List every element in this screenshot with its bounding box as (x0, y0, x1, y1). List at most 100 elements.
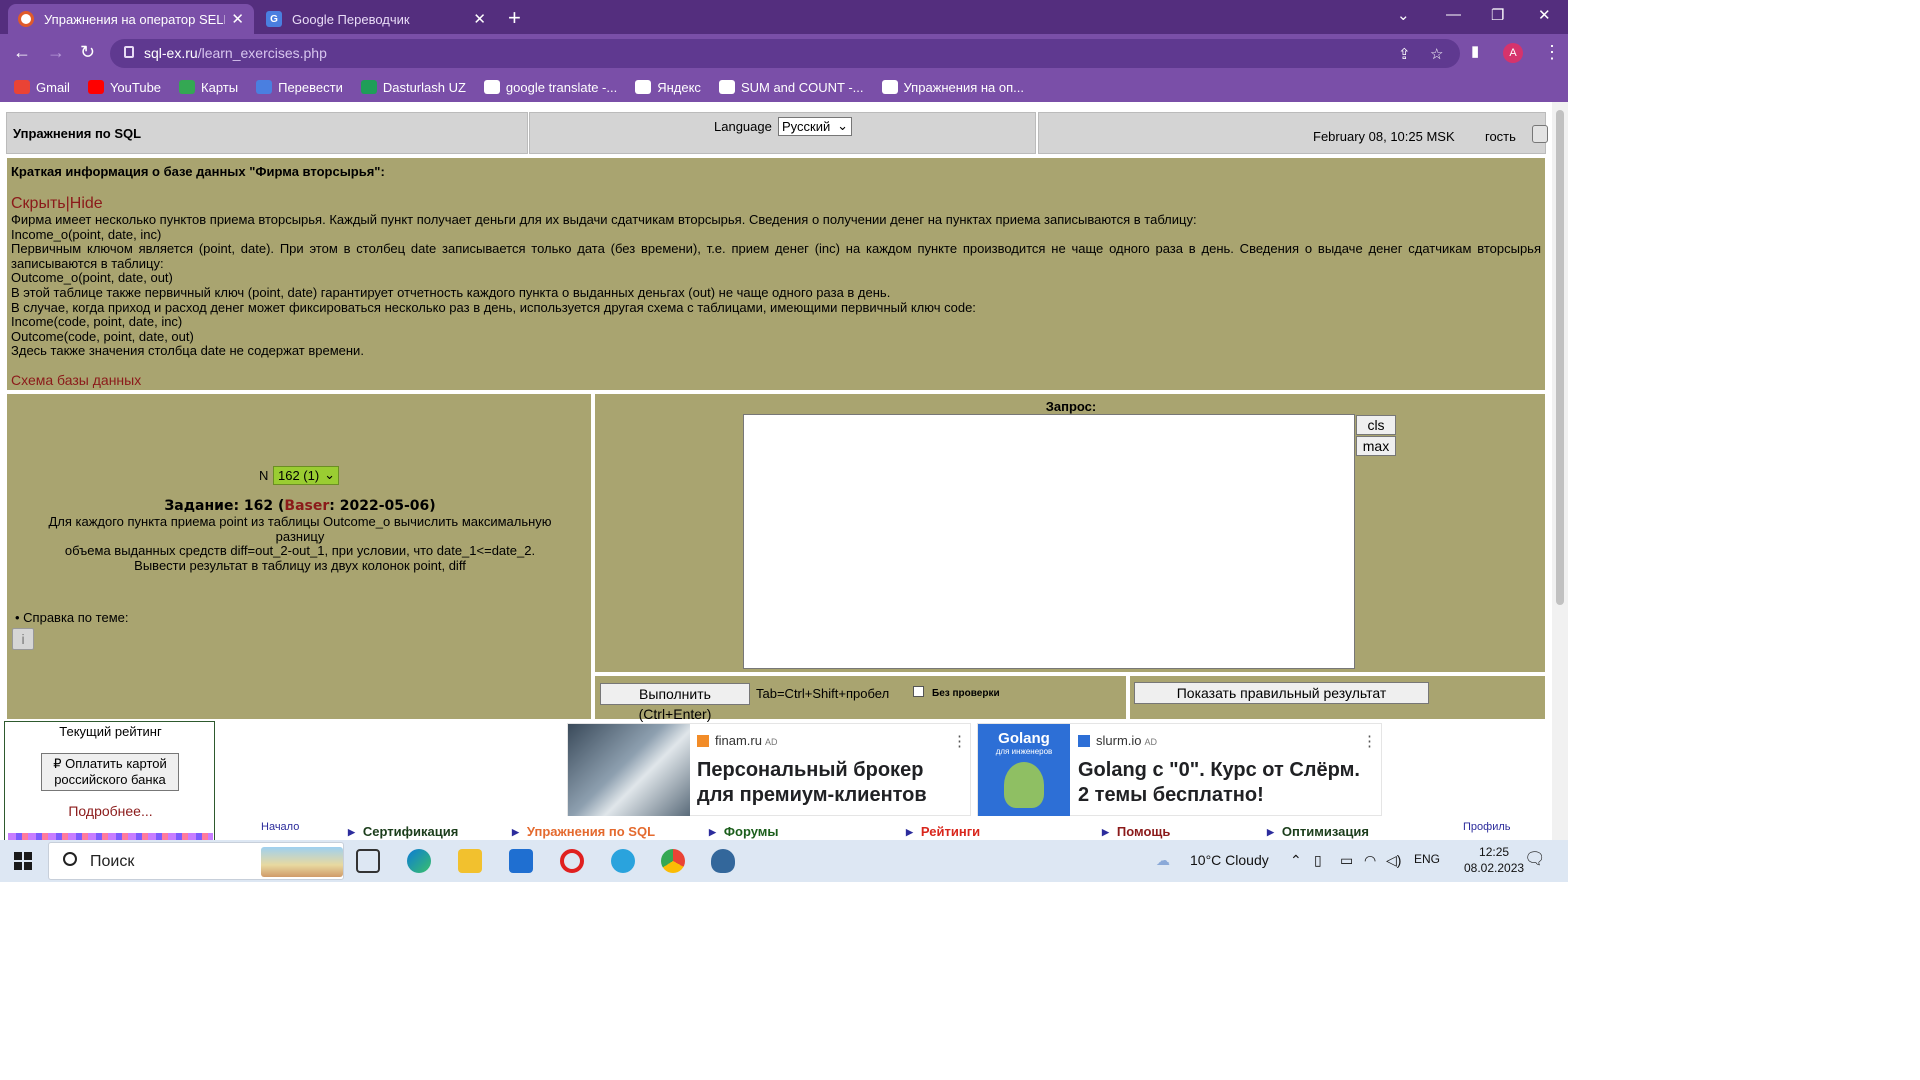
address-bar[interactable]: sql-ex.ru/learn_exercises.php ⇪ ☆ (110, 39, 1460, 68)
clock[interactable]: 12:25 08.02.2023 (1464, 844, 1524, 876)
taskbar-search[interactable]: Поиск (48, 842, 344, 880)
info-line: Income(code, point, date, inc) (11, 314, 183, 330)
bookmark-item[interactable]: Карты (179, 80, 238, 95)
tab-sql-ex[interactable]: Упражнения на оператор SELECT ✕ (8, 4, 254, 34)
show-result-row: Показать правильный результат (1129, 675, 1546, 720)
chrome-icon[interactable] (661, 849, 685, 873)
ad-finam[interactable]: finam.ru AD ⋮ Персональный брокер для пре… (567, 723, 971, 816)
task-title-suffix: : 2022-05-06) (329, 498, 436, 514)
cls-button[interactable]: cls (1356, 415, 1396, 435)
tab-search-icon[interactable]: ⌄ (1397, 6, 1410, 24)
ad-tag: AD (764, 737, 778, 747)
nav-ratings[interactable]: Рейтинги (906, 824, 980, 839)
show-result-button[interactable]: Показать правильный результат (1134, 682, 1429, 704)
more-link[interactable]: Подробнее... (5, 803, 216, 819)
close-icon[interactable]: ✕ (231, 10, 244, 28)
postgresql-icon[interactable] (711, 849, 735, 873)
nav-home[interactable]: Начало (261, 821, 299, 833)
ad-source-name: slurm.io (1096, 733, 1142, 748)
forward-icon[interactable]: → (47, 42, 65, 63)
windows-start-icon[interactable] (14, 852, 32, 870)
share-icon[interactable]: ⇪ (1398, 45, 1411, 63)
bookmark-item[interactable]: YouTube (87, 80, 161, 95)
telegram-icon[interactable] (611, 849, 635, 873)
query-panel: Запрос: cls max (594, 393, 1546, 673)
restore-icon[interactable]: ❐ (1491, 6, 1504, 24)
task-number-select[interactable]: 162 (1) ⌄ (273, 466, 339, 485)
bookmark-item[interactable]: Dasturlash UZ (360, 79, 466, 95)
close-icon[interactable]: ✕ (473, 10, 486, 28)
tab-google-translate[interactable]: G Google Переводчик ✕ (256, 4, 496, 34)
opera-icon[interactable] (560, 849, 584, 873)
wifi-icon[interactable]: ◠ (1364, 852, 1376, 869)
chevron-up-icon[interactable]: ⌃ (1290, 852, 1302, 869)
yandex-icon (635, 80, 652, 94)
task-description: Для каждого пункта приема point из табли… (27, 514, 573, 573)
execute-button[interactable]: Выполнить (Ctrl+Enter) (600, 683, 750, 722)
nav-exercises[interactable]: Упражнения по SQL (512, 824, 655, 839)
weather-text[interactable]: 10°C Cloudy (1190, 852, 1269, 868)
menu-icon[interactable]: ⋮ (1543, 42, 1561, 63)
file-explorer-icon[interactable] (458, 849, 482, 873)
bookmark-item[interactable]: Gmail (14, 80, 70, 95)
nav-forums[interactable]: Форумы (709, 824, 779, 839)
schema-link[interactable]: Схема базы данных (11, 372, 141, 388)
bookmark-item[interactable]: SUM and COUNT -... (718, 80, 864, 95)
close-window-icon[interactable]: ✕ (1538, 6, 1551, 24)
more-options-icon[interactable]: ⋮ (1362, 732, 1377, 750)
new-tab-icon[interactable]: + (508, 5, 521, 31)
task-line: Для каждого пункта приема point из табли… (48, 514, 552, 544)
mail-icon[interactable] (509, 849, 533, 873)
info-line: В случае, когда приход и расход денег мо… (11, 299, 976, 315)
bookmark-item[interactable]: Перевести (256, 80, 343, 95)
task-line: Вывести результат в таблицу из двух коло… (134, 557, 466, 573)
task-view-icon[interactable] (356, 849, 380, 873)
edge-icon[interactable] (407, 849, 431, 873)
star-icon[interactable]: ☆ (1430, 45, 1443, 63)
gmail-icon (14, 80, 30, 94)
bookmark-label: Яндекс (657, 79, 701, 95)
page-scrollbar[interactable] (1552, 102, 1568, 840)
info-line: В этой таблице также первичный ключ (poi… (11, 284, 891, 300)
battery-icon[interactable]: ▭ (1340, 852, 1353, 869)
bookmark-item[interactable]: google translate -... (483, 80, 617, 95)
notifications-icon[interactable]: 🗨 (1524, 849, 1546, 869)
sqlex-icon (881, 80, 898, 94)
nav-certification[interactable]: Сертификация (348, 824, 458, 839)
device-icon[interactable]: ▯ (1314, 852, 1322, 869)
ad-tag: AD (1144, 737, 1158, 747)
scrollbar-thumb[interactable] (1556, 110, 1564, 605)
avatar[interactable]: A (1503, 43, 1523, 63)
info-line: Здесь также значения столбца date не сод… (11, 343, 364, 359)
query-textarea[interactable] (743, 414, 1355, 669)
ad-slurm[interactable]: Golang для инженеров slurm.io AD ⋮ Golang… (977, 723, 1382, 816)
max-button[interactable]: max (1356, 436, 1396, 456)
ad-headline: Персональный брокер для премиум-клиентов (697, 759, 927, 806)
dasturlash-icon (360, 80, 377, 94)
reload-icon[interactable]: ↻ (80, 42, 95, 63)
info-line: Первичным ключом является (point, date).… (11, 241, 1541, 271)
nav-help[interactable]: Помощь (1102, 824, 1170, 839)
volume-icon[interactable]: ◁) (1386, 852, 1401, 869)
pay-button[interactable]: ₽ Оплатить картой российского банка (41, 753, 179, 791)
language-select[interactable]: Русский ⌄ (778, 117, 852, 136)
search-highlight-image (261, 847, 343, 877)
no-check-checkbox[interactable] (913, 686, 924, 697)
bookmark-item[interactable]: Упражнения на оп... (881, 80, 1024, 95)
help-icon[interactable]: i (12, 628, 34, 650)
more-options-icon[interactable]: ⋮ (952, 732, 967, 750)
back-icon[interactable]: ← (13, 42, 31, 63)
side-panel-icon[interactable]: ▮ (1471, 42, 1479, 60)
ad-source-name: finam.ru (715, 733, 762, 748)
task-author-link[interactable]: Baser (284, 498, 329, 514)
nav-optimization[interactable]: Оптимизация (1267, 824, 1369, 839)
bookmark-label: Gmail (36, 79, 70, 95)
nav-profile[interactable]: Профиль (1463, 821, 1511, 833)
bookmark-label: Dasturlash UZ (382, 79, 466, 95)
minimize-icon[interactable]: — (1446, 6, 1461, 23)
bookmark-item[interactable]: Яндекс (635, 80, 701, 95)
language-indicator[interactable]: ENG (1414, 852, 1440, 866)
lock-icon[interactable] (1532, 125, 1548, 143)
hide-link[interactable]: Скрыть|Hide (11, 195, 1541, 213)
site-navigation: Начало Сертификация Упражнения по SQL Фо… (215, 821, 1552, 840)
